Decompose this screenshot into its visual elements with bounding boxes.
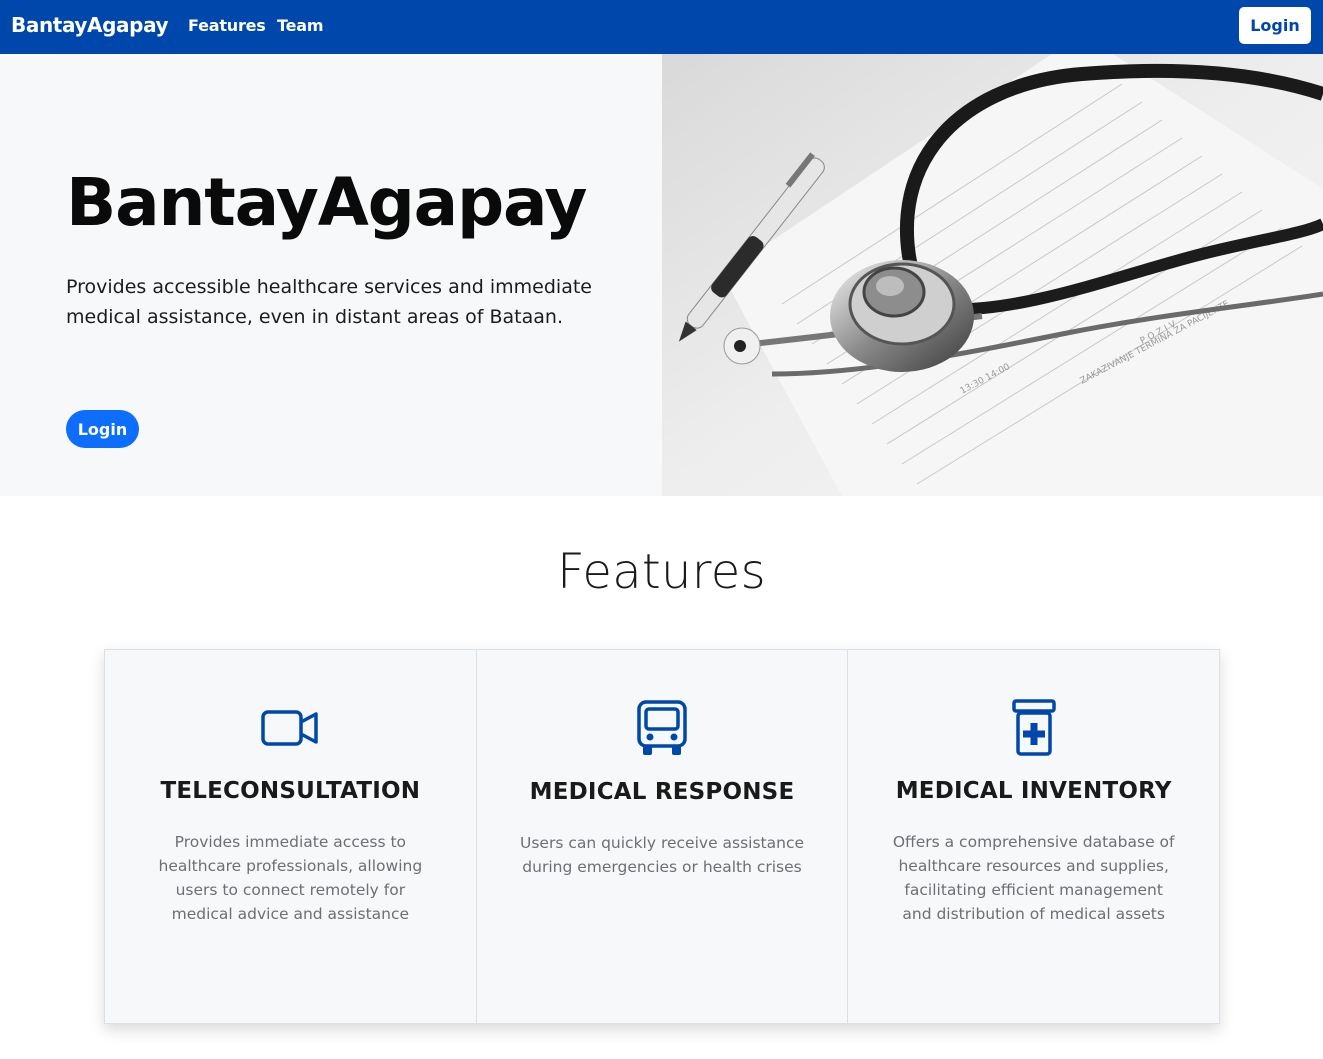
top-navbar: BantayAgapay Features Team Login bbox=[0, 0, 1323, 54]
hero-login-button[interactable]: Login bbox=[66, 410, 139, 448]
nav-link-features[interactable]: Features bbox=[188, 16, 266, 35]
feature-card-medical-inventory: MEDICAL INVENTORY Offers a comprehensive… bbox=[848, 649, 1221, 1024]
stethoscope-illustration: 13:30 14:00 ZAKAZIVANJE TERMINA ZA PACIJ… bbox=[662, 54, 1323, 496]
hero-stethoscope-image: 13:30 14:00 ZAKAZIVANJE TERMINA ZA PACIJ… bbox=[662, 54, 1323, 496]
feature-card-teleconsultation: TELECONSULTATION Provides immediate acce… bbox=[104, 649, 477, 1024]
bus-icon bbox=[632, 698, 692, 758]
video-camera-icon bbox=[260, 698, 320, 758]
feature-card-medical-response: MEDICAL RESPONSE Users can quickly recei… bbox=[476, 649, 849, 1024]
hero-text-panel: BantayAgapay Provides accessible healthc… bbox=[0, 54, 662, 496]
feature-description: Offers a comprehensive database of healt… bbox=[892, 833, 1175, 923]
feature-title: TELECONSULTATION bbox=[160, 778, 421, 804]
features-card-group: TELECONSULTATION Provides immediate acce… bbox=[104, 649, 1221, 1024]
hero-title: BantayAgapay bbox=[66, 164, 587, 241]
feature-title: MEDICAL INVENTORY bbox=[895, 778, 1172, 804]
hero-section: BantayAgapay Provides accessible healthc… bbox=[0, 54, 1323, 496]
feature-description: Users can quickly receive assistance dur… bbox=[519, 834, 805, 876]
hero-description: Provides accessible healthcare services … bbox=[66, 276, 592, 328]
feature-title: MEDICAL RESPONSE bbox=[529, 779, 795, 805]
navbar-login-button[interactable]: Login bbox=[1239, 7, 1311, 44]
medicine-bottle-icon bbox=[1004, 698, 1064, 758]
features-heading: Features bbox=[557, 544, 766, 600]
feature-description: Provides immediate access to healthcare … bbox=[158, 833, 423, 923]
nav-link-team[interactable]: Team bbox=[277, 16, 324, 35]
brand-link[interactable]: BantayAgapay bbox=[11, 13, 169, 37]
